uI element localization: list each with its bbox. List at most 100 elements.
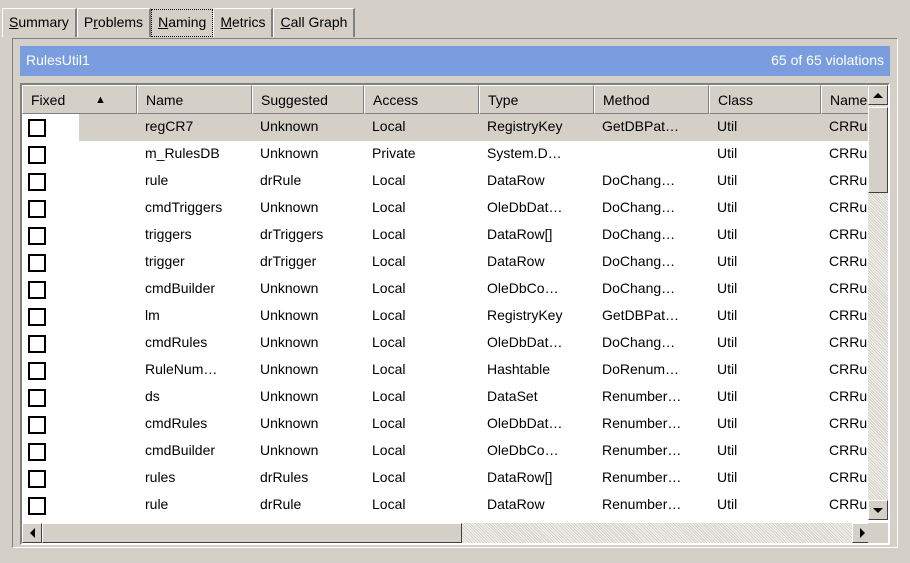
fixed-checkbox[interactable] bbox=[28, 200, 46, 218]
table-row[interactable]: RuleNum… Unknown Local Hashtable DoRenum… Uti… bbox=[22, 357, 872, 384]
tab-summary[interactable]: Summary bbox=[2, 8, 77, 37]
column-header-fixed[interactable]: Fixed ▲ bbox=[22, 85, 137, 114]
cell-method: Renumber… bbox=[602, 469, 682, 485]
fixed-checkbox[interactable] bbox=[28, 470, 46, 488]
column-header-access[interactable]: Access bbox=[364, 85, 479, 114]
cell-method: Renumber… bbox=[602, 496, 682, 512]
table-row[interactable]: cmdRules Unknown Local OleDbDat… Renumber… Ut… bbox=[22, 411, 872, 438]
column-header-suggested[interactable]: Suggested bbox=[252, 85, 364, 114]
cell-access: Local bbox=[372, 172, 406, 188]
fixed-checkbox[interactable] bbox=[28, 335, 46, 353]
horizontal-scrollbar[interactable] bbox=[22, 523, 872, 543]
cell-class: Util bbox=[717, 199, 738, 215]
tab-accelerator: M bbox=[220, 14, 232, 30]
fixed-checkbox[interactable] bbox=[28, 308, 46, 326]
cell-class: Util bbox=[717, 334, 738, 350]
cell-name: triggers bbox=[145, 226, 192, 242]
fixed-checkbox[interactable] bbox=[28, 362, 46, 380]
cell-ns: CRRu bbox=[829, 415, 868, 431]
table-row[interactable]: lm Unknown Local RegistryKey GetDBPat… Util CR… bbox=[22, 303, 872, 330]
cell-type: OleDbDat… bbox=[487, 334, 563, 350]
table-row[interactable]: m_RulesDB Unknown Private System.D… Util CRRu bbox=[22, 141, 872, 168]
cell-name: rule bbox=[145, 496, 169, 512]
cell-name: cmdBuilder bbox=[145, 280, 216, 296]
cell-type: DataRow bbox=[487, 496, 545, 512]
table-row[interactable]: DBPathstrDBPathLocalstringGetDBPat…UtilC… bbox=[22, 519, 872, 520]
vertical-scroll-thumb[interactable] bbox=[868, 107, 888, 193]
scroll-left-button[interactable] bbox=[22, 523, 42, 543]
fixed-cell bbox=[22, 114, 137, 141]
cell-type: DataRow bbox=[487, 172, 545, 188]
cell-ns: CRRu bbox=[829, 469, 868, 485]
cell-suggested: Unknown bbox=[260, 199, 319, 215]
fixed-cell bbox=[22, 168, 137, 195]
column-header-class[interactable]: Class bbox=[709, 85, 821, 114]
cell-suggested: Unknown bbox=[260, 334, 319, 350]
fixed-checkbox[interactable] bbox=[28, 173, 46, 191]
cell-ns: CRRu bbox=[829, 145, 868, 161]
cell-suggested: Unknown bbox=[260, 145, 319, 161]
fixed-checkbox[interactable] bbox=[28, 254, 46, 272]
horizontal-scroll-thumb[interactable] bbox=[42, 523, 462, 543]
column-header-label: Type bbox=[488, 92, 519, 108]
table-row[interactable]: rule drRule Local DataRow DoChang… Util CRRu bbox=[22, 168, 872, 195]
fixed-checkbox[interactable] bbox=[28, 227, 46, 245]
fixed-checkbox[interactable] bbox=[28, 281, 46, 299]
fixed-checkbox[interactable] bbox=[28, 497, 46, 515]
cell-ns: CRRu bbox=[821, 519, 872, 520]
tab-label-part: all Graph bbox=[290, 14, 348, 30]
cell-type: string bbox=[479, 519, 594, 520]
cell-suggested: Unknown bbox=[260, 307, 319, 323]
fixed-checkbox[interactable] bbox=[28, 119, 46, 137]
cell-method: GetDBPat… bbox=[602, 307, 680, 323]
table-row[interactable]: triggers drTriggers Local DataRow[] DoChang…… bbox=[22, 222, 872, 249]
tab-problems[interactable]: Problems bbox=[76, 8, 152, 37]
cell-method: DoChang… bbox=[602, 334, 676, 350]
cell-suggested: strDBPath bbox=[252, 519, 364, 520]
cell-suggested: Unknown bbox=[252, 114, 364, 141]
fixed-checkbox[interactable] bbox=[28, 443, 46, 461]
cell-ns: CRRu bbox=[829, 361, 868, 377]
tab-strip: Summary Problems Naming Metrics Call Graph bbox=[2, 8, 356, 38]
tab-call-graph[interactable]: Call Graph bbox=[273, 8, 356, 37]
cell-type: OleDbDat… bbox=[487, 415, 563, 431]
table-row[interactable]: rules drRules Local DataRow[] Renumber… Util C… bbox=[22, 465, 872, 492]
cell-type: DataRow[] bbox=[487, 226, 553, 242]
cell-name: lm bbox=[145, 307, 160, 323]
tab-naming[interactable]: Naming bbox=[151, 9, 214, 37]
tab-accelerator: S bbox=[9, 14, 19, 30]
cell-name: rule bbox=[145, 172, 169, 188]
cell-access: Local bbox=[372, 442, 406, 458]
table-row[interactable]: cmdTriggers Unknown Local OleDbDat… DoChang…… bbox=[22, 195, 872, 222]
cell-method: Renumber… bbox=[602, 442, 682, 458]
column-header-type[interactable]: Type bbox=[479, 85, 594, 114]
column-header-method[interactable]: Method bbox=[594, 85, 709, 114]
cell-access: Local bbox=[372, 307, 406, 323]
fixed-checkbox[interactable] bbox=[28, 146, 46, 164]
fixed-checkbox[interactable] bbox=[28, 416, 46, 434]
cell-access: Private bbox=[372, 145, 416, 161]
column-header-label: Name bbox=[830, 92, 868, 108]
violations-list[interactable]: Fixed ▲ Name Suggested Access Type Method Class… bbox=[20, 83, 890, 545]
scroll-up-button[interactable] bbox=[868, 85, 888, 105]
column-header-label: Suggested bbox=[261, 92, 328, 108]
table-row[interactable]: cmdRules Unknown Local OleDbDat… DoChang… Uti… bbox=[22, 330, 872, 357]
cell-class: Util bbox=[717, 226, 738, 242]
column-header-name[interactable]: Name bbox=[821, 85, 872, 114]
vertical-scrollbar[interactable] bbox=[868, 85, 888, 520]
table-row[interactable]: regCR7 Unknown Local RegistryKey GetDBPat… Ut… bbox=[22, 114, 872, 141]
table-row[interactable]: ds Unknown Local DataSet Renumber… Util CRRu bbox=[22, 384, 872, 411]
table-row[interactable]: cmdBuilder Unknown Local OleDbCo… Renumber… U… bbox=[22, 438, 872, 465]
tab-metrics[interactable]: Metrics bbox=[213, 8, 274, 37]
table-row[interactable]: rule drRule Local DataRow Renumber… Util CRRu bbox=[22, 492, 872, 519]
tab-label-part: ummary bbox=[18, 14, 69, 30]
fixed-checkbox[interactable] bbox=[28, 389, 46, 407]
table-row[interactable]: trigger drTrigger Local DataRow DoChang… Util… bbox=[22, 249, 872, 276]
table-row[interactable]: cmdBuilder Unknown Local OleDbCo… DoChang… Ut… bbox=[22, 276, 872, 303]
cell-type: DataSet bbox=[487, 388, 538, 404]
cell-type: DataRow[] bbox=[487, 469, 553, 485]
scroll-down-button[interactable] bbox=[868, 500, 888, 520]
cell-ns: CRRu bbox=[829, 172, 868, 188]
cell-class: Util bbox=[717, 253, 738, 269]
column-header-name[interactable]: Name bbox=[137, 85, 252, 114]
